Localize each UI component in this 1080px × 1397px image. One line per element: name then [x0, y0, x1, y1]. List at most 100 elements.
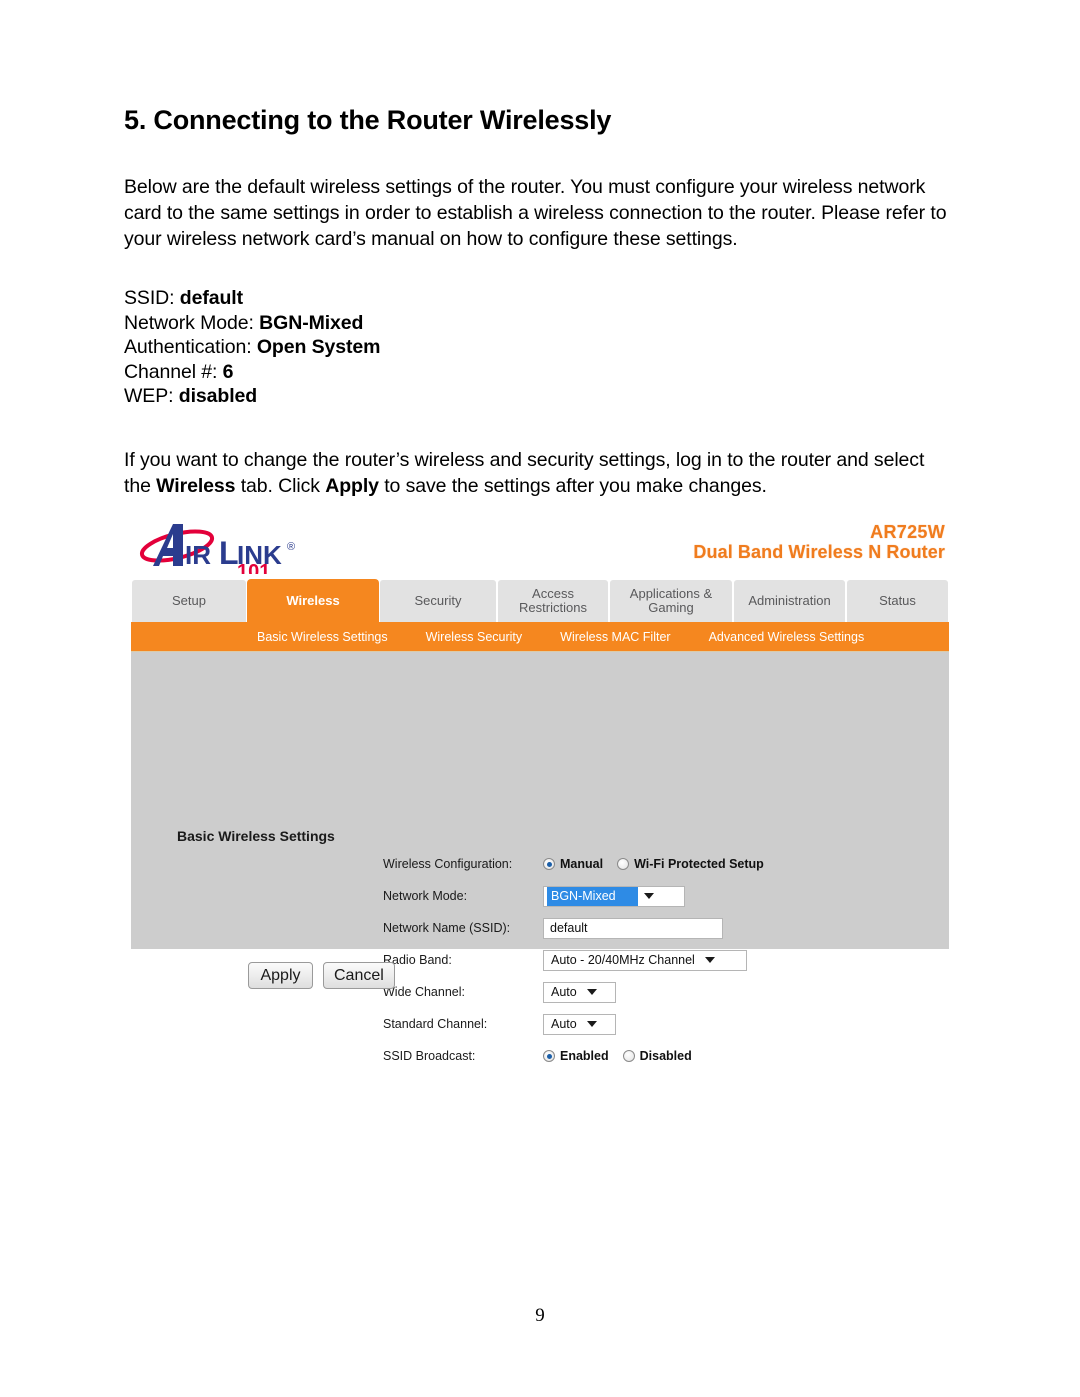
control-standard-channel: Auto [543, 1013, 616, 1035]
router-model-description: Dual Band Wireless N Router [693, 542, 945, 562]
form-action-buttons: Apply Cancel [248, 962, 395, 989]
select-network-mode[interactable]: BGN-Mixed [543, 885, 685, 907]
select-standard-channel-value: Auto [551, 1016, 577, 1031]
select-radio-band-value: Auto - 20/40MHz Channel [551, 952, 695, 967]
control-wide-channel: Auto [543, 981, 616, 1003]
router-admin-screenshot: IR L INK ® 101 AR725W Dual Band Wireless… [131, 513, 949, 1063]
document-text-block: 5. Connecting to the Router Wirelessly B… [124, 104, 954, 499]
tab-setup[interactable]: Setup [131, 579, 247, 622]
tab-administration[interactable]: Administration [733, 579, 846, 622]
radio-manual-label: Manual [560, 857, 604, 871]
tab-status[interactable]: Status [846, 579, 949, 622]
form-row-network-name: Network Name (SSID): default [383, 912, 923, 944]
basic-wireless-settings-panel: Basic Wireless Settings Wireless Configu… [131, 652, 949, 1063]
label-wide-channel: Wide Channel: [383, 985, 465, 999]
label-network-name: Network Name (SSID): [383, 921, 511, 935]
apply-button[interactable]: Apply [248, 962, 313, 989]
closing-paragraph: If you want to change the router’s wirel… [124, 447, 954, 499]
tab-wireless[interactable]: Wireless [247, 579, 379, 622]
form-row-radio-band: Radio Band: Auto - 20/40MHz Channel [383, 944, 923, 976]
input-network-name[interactable]: default [543, 917, 723, 939]
panel-heading: Basic Wireless Settings [177, 828, 335, 844]
radio-option-wps[interactable]: Wi-Fi Protected Setup [617, 857, 764, 871]
control-radio-band: Auto - 20/40MHz Channel [543, 949, 747, 971]
cancel-button[interactable]: Cancel [323, 962, 395, 989]
label-ssid-broadcast: SSID Broadcast: [383, 1049, 476, 1063]
subtab-advanced-wireless-settings[interactable]: Advanced Wireless Settings [709, 630, 865, 644]
setting-label-wep: WEP: [124, 385, 174, 408]
intro-paragraph: Below are the default wireless settings … [124, 176, 947, 251]
label-network-mode: Network Mode: [383, 889, 468, 903]
form-row-standard-channel: Standard Channel: Auto [383, 1008, 923, 1040]
radio-enabled-label: Enabled [560, 1049, 609, 1063]
form-row-wireless-configuration: Wireless Configuration: Manual Wi-Fi Pro… [383, 848, 923, 880]
form-row-ssid-broadcast: SSID Broadcast: Enabled Disabled [383, 1040, 923, 1072]
setting-label-ssid: SSID: [124, 287, 175, 310]
setting-row-authentication: Authentication: Open System [124, 335, 954, 360]
primary-tab-bar: Setup Wireless Security Access Restricti… [131, 577, 949, 622]
label-radio-band: Radio Band: [383, 953, 452, 967]
svg-text:101: 101 [237, 561, 270, 574]
select-radio-band[interactable]: Auto - 20/40MHz Channel [543, 949, 747, 971]
control-wireless-configuration: Manual Wi-Fi Protected Setup [543, 857, 778, 871]
chevron-down-icon[interactable] [586, 989, 597, 995]
setting-value-wep: disabled [178, 385, 258, 408]
radio-option-manual[interactable]: Manual [543, 857, 603, 871]
setting-label-authentication: Authentication: [124, 336, 252, 359]
tab-security[interactable]: Security [379, 579, 497, 622]
form-row-network-mode: Network Mode: BGN-Mixed [383, 880, 923, 912]
setting-value-authentication: Open System [256, 336, 381, 359]
radio-disabled-icon[interactable] [622, 1050, 635, 1062]
label-standard-channel: Standard Channel: [383, 1017, 488, 1031]
wireless-settings-form: Wireless Configuration: Manual Wi-Fi Pro… [383, 848, 923, 1072]
page-title: 5. Connecting to the Router Wirelessly [124, 105, 612, 135]
setting-row-channel: Channel #: 6 [124, 360, 954, 385]
radio-option-disabled[interactable]: Disabled [622, 1049, 692, 1063]
label-wireless-configuration: Wireless Configuration: [383, 857, 513, 871]
svg-text:®: ® [287, 541, 295, 553]
radio-manual-icon[interactable] [543, 858, 555, 870]
radio-wps-label: Wi-Fi Protected Setup [634, 857, 764, 871]
tab-applications-and-gaming[interactable]: Applications & Gaming [609, 579, 733, 622]
control-network-name: default [543, 917, 723, 939]
subtab-wireless-security[interactable]: Wireless Security [426, 630, 523, 644]
svg-text:IR: IR [185, 540, 211, 570]
select-wide-channel-value: Auto [551, 984, 577, 999]
form-row-wide-channel: Wide Channel: Auto [383, 976, 923, 1008]
chevron-down-icon[interactable] [704, 957, 715, 963]
setting-label-network-mode: Network Mode: [124, 311, 254, 334]
tab-access-restrictions[interactable]: Access Restrictions [497, 579, 609, 622]
page-number: 9 [535, 1305, 545, 1326]
select-standard-channel[interactable]: Auto [543, 1013, 616, 1035]
setting-value-channel: 6 [222, 360, 234, 383]
radio-option-enabled[interactable]: Enabled [543, 1049, 609, 1063]
closing-bold-apply: Apply [325, 474, 379, 497]
setting-row-wep: WEP: disabled [124, 384, 954, 409]
control-ssid-broadcast: Enabled Disabled [543, 1049, 706, 1063]
radio-disabled-label: Disabled [639, 1049, 692, 1063]
select-network-mode-value: BGN-Mixed [547, 886, 638, 906]
document-page: 5. Connecting to the Router Wirelessly B… [0, 0, 1080, 1397]
subtab-basic-wireless-settings[interactable]: Basic Wireless Settings [257, 630, 388, 644]
router-model-block: AR725W Dual Band Wireless N Router [693, 522, 945, 563]
svg-text:L: L [219, 535, 239, 571]
chevron-down-icon[interactable] [586, 1021, 597, 1027]
radio-enabled-icon[interactable] [543, 1050, 555, 1062]
router-header: IR L INK ® 101 AR725W Dual Band Wireless… [131, 513, 949, 577]
subtab-wireless-mac-filter[interactable]: Wireless MAC Filter [560, 630, 670, 644]
setting-row-network-mode: Network Mode: BGN-Mixed [124, 311, 954, 336]
closing-bold-wireless: Wireless [156, 474, 236, 497]
setting-row-ssid: SSID: default [124, 286, 954, 311]
closing-part3: to save the settings after you make chan… [378, 474, 767, 497]
setting-label-channel: Channel #: [124, 360, 218, 383]
select-wide-channel[interactable]: Auto [543, 981, 616, 1003]
setting-value-network-mode: BGN-Mixed [259, 311, 364, 334]
default-settings-list: SSID: default Network Mode: BGN-Mixed Au… [124, 286, 954, 409]
radio-wps-icon[interactable] [617, 858, 630, 870]
setting-value-ssid: default [179, 287, 243, 310]
airlink-logo: IR L INK ® 101 [137, 520, 347, 574]
control-network-mode: BGN-Mixed [543, 885, 685, 907]
chevron-down-icon[interactable] [643, 893, 654, 899]
closing-part2: tab. Click [235, 474, 326, 497]
wireless-subtab-bar: Basic Wireless Settings Wireless Securit… [131, 622, 949, 652]
